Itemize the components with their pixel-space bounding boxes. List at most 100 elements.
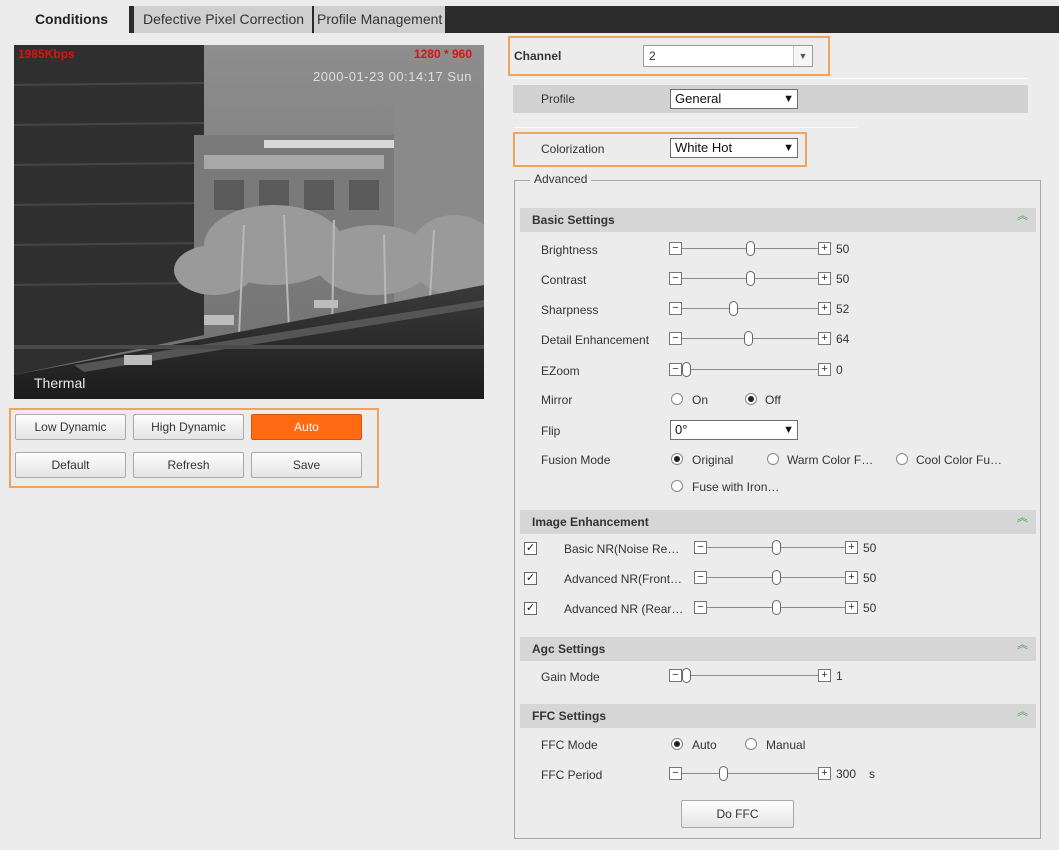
channel-value: 2 [649, 49, 656, 63]
profile-label: Profile [541, 92, 576, 106]
agc-settings-header[interactable]: Agc Settings ︽ [520, 637, 1036, 661]
minus-icon[interactable]: − [694, 601, 707, 614]
chevron-down-icon: ▼ [783, 142, 794, 154]
low-dynamic-button[interactable]: Low Dynamic [15, 414, 126, 440]
mirror-label: Mirror [541, 393, 573, 407]
minus-icon[interactable]: − [694, 541, 707, 554]
slider-handle[interactable] [771, 600, 781, 615]
advanced-nr-rear-slider[interactable]: − + 50 [694, 600, 894, 616]
fusion-warm-label: Warm Color F… [787, 453, 874, 467]
flip-select[interactable]: 0° ▼ [670, 420, 798, 440]
colorization-select[interactable]: White Hot ▼ [670, 138, 798, 158]
basic-settings-title: Basic Settings [532, 213, 615, 227]
plus-icon[interactable]: + [845, 601, 858, 614]
advanced-nr-front-checkbox[interactable]: ✓ [524, 572, 537, 585]
slider-handle[interactable] [682, 668, 691, 683]
ezoom-value: 0 [836, 363, 843, 377]
ffc-settings-header[interactable]: FFC Settings ︽ [520, 704, 1036, 728]
mirror-off-label: Off [765, 393, 781, 407]
plus-icon[interactable]: + [818, 242, 831, 255]
slider-handle[interactable] [771, 570, 781, 585]
fusion-original-radio[interactable] [671, 453, 683, 465]
fusion-iron-radio[interactable] [671, 480, 683, 492]
slider-handle[interactable] [771, 540, 781, 555]
ffc-auto-radio[interactable] [671, 738, 683, 750]
ffc-period-slider[interactable]: − + 300 s [669, 766, 889, 782]
collapse-icon[interactable]: ︽ [1017, 211, 1028, 222]
fusion-cool-label: Cool Color Fu… [916, 453, 1003, 467]
tab-profile-management[interactable]: Profile Management [312, 6, 445, 33]
slider-handle[interactable] [682, 362, 691, 377]
plus-icon[interactable]: + [845, 541, 858, 554]
profile-value: General [675, 91, 722, 106]
contrast-value: 50 [836, 272, 850, 286]
osd-channel-label: Thermal [34, 375, 86, 391]
gain-mode-slider[interactable]: − + 1 [669, 668, 869, 684]
basic-nr-checkbox[interactable]: ✓ [524, 542, 537, 555]
thermal-scene [14, 45, 484, 399]
osd-resolution: 1280 * 960 [413, 47, 472, 61]
plus-icon[interactable]: + [818, 332, 831, 345]
advanced-nr-rear-label: Advanced NR (Rear… [564, 602, 684, 616]
brightness-slider[interactable]: − + 50 [669, 241, 869, 257]
contrast-slider[interactable]: − + 50 [669, 271, 869, 287]
minus-icon[interactable]: − [669, 363, 682, 376]
plus-icon[interactable]: + [818, 669, 831, 682]
gain-mode-label: Gain Mode [541, 670, 600, 684]
image-enhancement-header[interactable]: Image Enhancement ︽ [520, 510, 1036, 534]
channel-select[interactable]: 2 ▼ [643, 45, 813, 67]
minus-icon[interactable]: − [694, 571, 707, 584]
plus-icon[interactable]: + [818, 767, 831, 780]
slider-handle[interactable] [745, 241, 755, 256]
minus-icon[interactable]: − [669, 669, 682, 682]
advanced-nr-front-slider[interactable]: − + 50 [694, 570, 894, 586]
ffc-manual-radio[interactable] [745, 738, 757, 750]
advanced-nr-rear-checkbox[interactable]: ✓ [524, 602, 537, 615]
chevron-down-icon: ▼ [783, 424, 794, 436]
fusion-cool-radio[interactable] [896, 453, 908, 465]
mirror-on-radio[interactable] [671, 393, 683, 405]
brightness-value: 50 [836, 242, 850, 256]
ffc-manual-label: Manual [766, 738, 806, 752]
basic-nr-label: Basic NR(Noise Re… [564, 542, 680, 556]
advanced-nr-rear-value: 50 [863, 601, 877, 615]
basic-nr-slider[interactable]: − + 50 [694, 540, 894, 556]
image-enhancement-title: Image Enhancement [532, 515, 649, 529]
slider-handle[interactable] [744, 331, 754, 346]
tab-conditions[interactable]: Conditions [14, 6, 129, 33]
sharpness-slider[interactable]: − + 52 [669, 301, 869, 317]
collapse-icon[interactable]: ︽ [1017, 707, 1028, 718]
osd-timestamp: 2000-01-23 00:14:17 Sun [313, 69, 472, 84]
slider-handle[interactable] [718, 766, 728, 781]
default-button[interactable]: Default [15, 452, 126, 478]
minus-icon[interactable]: − [669, 767, 682, 780]
auto-button[interactable]: Auto [251, 414, 362, 440]
high-dynamic-button[interactable]: High Dynamic [133, 414, 244, 440]
collapse-icon[interactable]: ︽ [1017, 513, 1028, 524]
plus-icon[interactable]: + [818, 302, 831, 315]
minus-icon[interactable]: − [669, 242, 682, 255]
tab-defective-pixel-correction[interactable]: Defective Pixel Correction [129, 6, 312, 33]
refresh-button[interactable]: Refresh [133, 452, 244, 478]
ffc-period-unit: s [869, 767, 875, 781]
save-button[interactable]: Save [251, 452, 362, 478]
mirror-off-radio[interactable] [745, 393, 757, 405]
minus-icon[interactable]: − [669, 302, 682, 315]
basic-nr-value: 50 [863, 541, 877, 555]
minus-icon[interactable]: − [669, 332, 682, 345]
plus-icon[interactable]: + [818, 272, 831, 285]
do-ffc-button[interactable]: Do FFC [681, 800, 794, 828]
minus-icon[interactable]: − [669, 272, 682, 285]
detail-enhancement-slider[interactable]: − + 64 [669, 331, 869, 347]
fusion-warm-radio[interactable] [767, 453, 779, 465]
profile-select[interactable]: General ▼ [670, 89, 798, 109]
slider-handle[interactable] [745, 271, 755, 286]
plus-icon[interactable]: + [818, 363, 831, 376]
ezoom-label: EZoom [541, 364, 580, 378]
slider-handle[interactable] [728, 301, 738, 316]
ffc-period-label: FFC Period [541, 768, 603, 782]
plus-icon[interactable]: + [845, 571, 858, 584]
collapse-icon[interactable]: ︽ [1017, 640, 1028, 651]
ezoom-slider[interactable]: − + 0 [669, 362, 869, 378]
basic-settings-header[interactable]: Basic Settings ︽ [520, 208, 1036, 232]
